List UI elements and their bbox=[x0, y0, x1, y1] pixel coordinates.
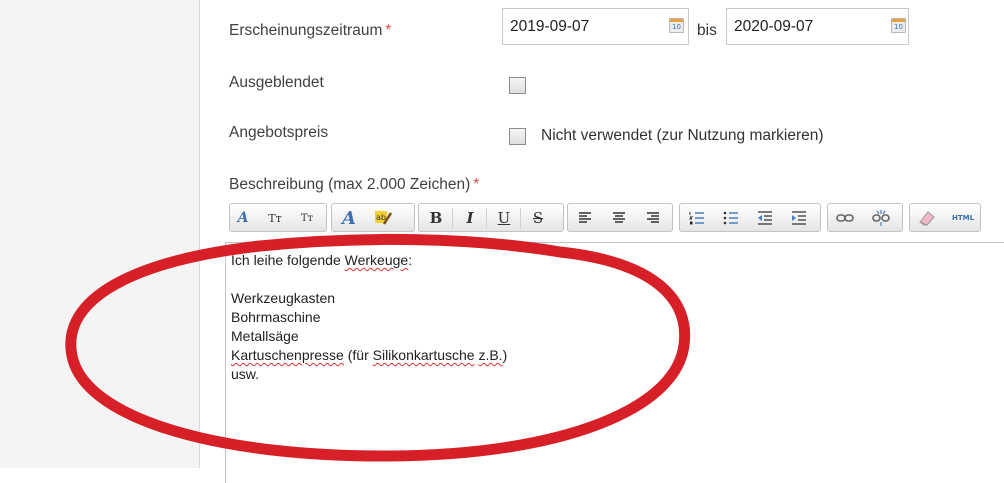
offer-price-label: Angebotspreis bbox=[229, 124, 329, 141]
bold-button[interactable]: B bbox=[425, 206, 447, 230]
misc-toolbar-group: HTML bbox=[909, 203, 981, 232]
hidden-checkbox[interactable] bbox=[509, 77, 526, 94]
editor-line: Metallsäge bbox=[231, 328, 299, 344]
eraser-icon[interactable] bbox=[916, 206, 938, 230]
editor-content[interactable]: Ich leihe folgende Werkeuge: Werkzeugkas… bbox=[231, 251, 507, 384]
period-label-text: Erscheinungszeitraum bbox=[229, 22, 383, 39]
offer-price-checkbox-label[interactable]: Nicht verwendet (zur Nutzung markieren) bbox=[541, 127, 824, 145]
align-toolbar-group bbox=[567, 203, 673, 232]
indent-glyph bbox=[792, 211, 806, 225]
list-toolbar-group bbox=[679, 203, 821, 232]
bullet-list-glyph bbox=[723, 211, 738, 225]
period-label: Erscheinungszeitraum * bbox=[229, 22, 391, 40]
strikethrough-button[interactable]: S bbox=[527, 206, 549, 230]
editor-line: Bohrmaschine bbox=[231, 309, 321, 325]
align-center-glyph bbox=[613, 212, 625, 223]
calendar-icon[interactable]: 10 bbox=[891, 18, 906, 33]
underline-button[interactable]: U bbox=[493, 206, 515, 230]
editor-line: Ich leihe folgende Werkeuge: bbox=[231, 251, 507, 270]
align-left-icon[interactable] bbox=[574, 206, 596, 230]
calendar-icon-day: 10 bbox=[894, 23, 903, 31]
html-source-button[interactable]: HTML bbox=[948, 206, 978, 230]
text-color-button[interactable]: A bbox=[338, 206, 360, 230]
editor-text: Ich leihe folgende bbox=[231, 252, 345, 268]
highlighter-glyph: ab bbox=[375, 211, 393, 225]
editor-text: ) bbox=[502, 347, 508, 363]
required-asterisk: * bbox=[473, 176, 480, 193]
toolbar-separator bbox=[486, 208, 487, 228]
indent-icon[interactable] bbox=[788, 206, 810, 230]
outdent-glyph bbox=[758, 211, 772, 225]
ordered-list-icon[interactable] bbox=[686, 206, 708, 230]
unlink-glyph bbox=[872, 210, 890, 226]
align-center-icon[interactable] bbox=[608, 206, 630, 230]
description-label: Beschreibung (max 2.000 Zeichen) * bbox=[229, 176, 479, 194]
editor-line: usw. bbox=[231, 366, 260, 382]
editor-text: (für bbox=[343, 347, 373, 363]
unlink-icon[interactable] bbox=[870, 206, 892, 230]
eraser-glyph bbox=[919, 211, 935, 226]
link-toolbar-group bbox=[827, 203, 903, 232]
date-from-input[interactable]: 2019-09-07 bbox=[502, 8, 689, 45]
italic-button[interactable]: I bbox=[459, 206, 481, 230]
font-toolbar-group: A Tт Tт bbox=[229, 203, 327, 232]
align-right-glyph bbox=[647, 212, 659, 223]
calendar-icon-day: 10 bbox=[672, 23, 681, 31]
ordered-list-glyph bbox=[689, 212, 704, 225]
period-separator: bis bbox=[697, 22, 717, 39]
format-toolbar-group: B I U S bbox=[418, 203, 564, 232]
hidden-label: Ausgeblendet bbox=[229, 74, 324, 91]
color-toolbar-group: A ab bbox=[331, 203, 415, 232]
align-right-icon[interactable] bbox=[642, 206, 664, 230]
font-size-up-button[interactable]: Tт bbox=[264, 206, 286, 230]
font-name-button[interactable]: A bbox=[232, 206, 254, 230]
link-icon[interactable] bbox=[834, 206, 856, 230]
bullet-list-icon[interactable] bbox=[720, 206, 742, 230]
misspelled-word: z.B. bbox=[478, 347, 503, 363]
align-left-glyph bbox=[579, 212, 591, 223]
date-to-input[interactable]: 2020-09-07 bbox=[726, 8, 909, 45]
editor-line: Kartuschenpresse (für Silikonkartusche z… bbox=[231, 346, 507, 365]
outdent-icon[interactable] bbox=[754, 206, 776, 230]
highlight-icon[interactable]: ab bbox=[372, 206, 394, 230]
font-size-down-button[interactable]: Tт bbox=[296, 206, 318, 230]
misspelled-word: Kartuschenpresse bbox=[231, 347, 344, 363]
left-sidebar bbox=[0, 0, 200, 468]
offer-price-checkbox[interactable] bbox=[509, 128, 526, 145]
link-glyph bbox=[836, 214, 854, 222]
description-label-text: Beschreibung (max 2.000 Zeichen) bbox=[229, 176, 471, 193]
toolbar-separator bbox=[520, 208, 521, 228]
misspelled-word: Werkeuge bbox=[344, 252, 409, 268]
editor-text: : bbox=[408, 252, 413, 268]
editor-line: Werkzeugkasten bbox=[231, 290, 336, 306]
misspelled-word: Silikonkartusche bbox=[372, 347, 475, 363]
required-asterisk: * bbox=[385, 22, 392, 39]
toolbar-separator bbox=[452, 208, 453, 228]
editor-line-empty bbox=[231, 270, 507, 289]
calendar-icon[interactable]: 10 bbox=[669, 18, 684, 33]
svg-text:ab: ab bbox=[376, 213, 386, 222]
